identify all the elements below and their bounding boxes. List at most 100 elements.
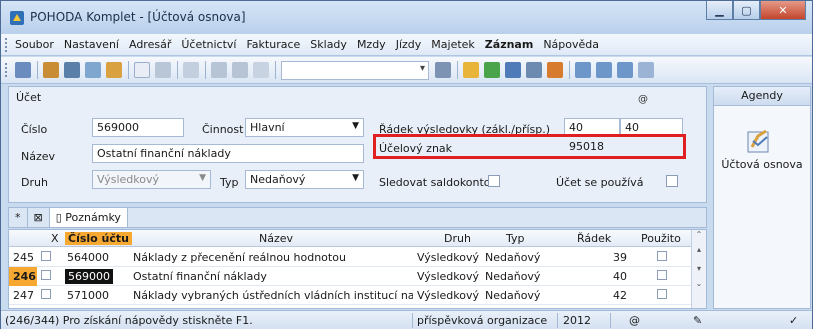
col-pouzito[interactable]: Použito	[641, 232, 681, 245]
folder-icon[interactable]	[463, 62, 479, 78]
cinnost-label: Činnost	[202, 123, 244, 136]
preview-icon[interactable]	[85, 62, 101, 78]
cell-typ: Nedaňový	[485, 289, 541, 302]
cell-cislo: 564000	[67, 251, 109, 264]
agendy-title: Agendy	[714, 87, 810, 106]
menu-napoveda[interactable]: Nápověda	[543, 38, 599, 51]
accounts-table: X Číslo účtu Název Druh Typ Řádek Použit…	[8, 229, 707, 309]
menu-bar: Soubor Nastavení Adresář Účetnictví Fakt…	[1, 34, 812, 56]
menu-zaznam[interactable]: Záznam	[485, 38, 534, 51]
typ-select[interactable]: Nedaňový ▼	[245, 170, 364, 189]
cislo-field[interactable]: 569000	[92, 118, 184, 137]
col-x[interactable]: X	[51, 232, 59, 245]
saldokonto-checkbox[interactable]	[488, 175, 500, 187]
col-cislo[interactable]: Číslo účtu	[65, 232, 132, 245]
people-icon[interactable]	[547, 62, 563, 78]
col-nazev[interactable]: Název	[259, 232, 293, 245]
row-number: 245	[13, 251, 34, 264]
save-all-icon[interactable]	[232, 62, 248, 78]
row-checkbox[interactable]	[41, 289, 51, 299]
menu-mzdy[interactable]: Mzdy	[357, 38, 386, 51]
table-icon[interactable]	[505, 62, 521, 78]
menu-ucetnictvi[interactable]: Účetnictví	[181, 38, 236, 51]
cell-pouzito-checkbox[interactable]	[657, 251, 667, 261]
saldokonto-label: Sledovat saldokonto	[379, 176, 491, 189]
close-button[interactable]: ✕	[760, 1, 806, 20]
title-bar: POHODA Komplet - [Účtová osnova] ▁ ▢ ✕	[1, 1, 812, 34]
cell-radek: 39	[613, 251, 627, 264]
table-scrollbar[interactable]: ⌃ ▴ ▾ ⌄	[691, 230, 706, 308]
maximize-button[interactable]: ▢	[733, 1, 760, 20]
cell-druh: Výsledkový	[417, 270, 480, 283]
table-header: X Číslo účtu Název Druh Typ Řádek Použit…	[9, 230, 692, 247]
pouziva-label: Účet se používá	[556, 176, 644, 189]
cell-nazev: Náklady vybraných ústředních vládních in…	[133, 289, 413, 302]
export-icon[interactable]	[106, 62, 122, 78]
scroll-up-icon[interactable]: ▴	[692, 245, 706, 254]
menu-grip	[5, 37, 9, 52]
print-preview-icon[interactable]	[43, 62, 59, 78]
cell-radek: 40	[613, 270, 627, 283]
scroll-top-icon[interactable]: ⌃	[692, 230, 706, 239]
menu-majetek[interactable]: Majetek	[431, 38, 475, 51]
cell-pouzito-checkbox[interactable]	[657, 289, 667, 299]
cell-cislo: 569000	[65, 269, 113, 284]
new-record-icon[interactable]	[134, 62, 150, 78]
cislo-label: Číslo	[21, 123, 48, 136]
window-title: POHODA Komplet - [Účtová osnova]	[30, 10, 246, 24]
agendy-item-label[interactable]: Účtová osnova	[714, 158, 810, 171]
pouziva-checkbox[interactable]	[666, 175, 678, 187]
druh-select[interactable]: Výsledkový ▼	[92, 170, 211, 189]
window-icon[interactable]	[15, 62, 31, 78]
menu-sklady[interactable]: Sklady	[310, 38, 347, 51]
chevron-down-icon: ▼	[352, 173, 359, 183]
edit-icon[interactable]	[155, 62, 171, 78]
save-icon[interactable]	[211, 62, 227, 78]
table-row[interactable]: 247 571000 Náklady vybraných ústředních …	[9, 286, 692, 305]
menu-soubor[interactable]: Soubor	[15, 38, 54, 51]
menu-jizdy[interactable]: Jízdy	[396, 38, 422, 51]
nazev-field[interactable]: Ostatní finanční náklady	[92, 144, 364, 163]
print-icon[interactable]	[64, 62, 80, 78]
filter-icon[interactable]	[435, 62, 451, 78]
table-row[interactable]: 246 569000 Ostatní finanční náklady Výsl…	[9, 267, 692, 286]
menu-fakturace[interactable]: Fakturace	[246, 38, 300, 51]
col-radek[interactable]: Řádek	[577, 232, 611, 245]
copy-icon[interactable]	[253, 62, 269, 78]
status-at: @	[629, 314, 640, 327]
calculator-icon[interactable]	[526, 62, 542, 78]
quick-filter-combo[interactable]	[281, 60, 429, 80]
scroll-bottom-icon[interactable]: ⌄	[692, 279, 706, 288]
cell-pouzito-checkbox[interactable]	[657, 270, 667, 280]
list-icon[interactable]	[596, 62, 612, 78]
table-row[interactable]: 245 564000 Náklady z přecenění reálnou h…	[9, 248, 692, 267]
col-druh[interactable]: Druh	[444, 232, 471, 245]
form-section-label: Účet	[16, 91, 42, 104]
cell-druh: Výsledkový	[417, 251, 480, 264]
cell-radek: 42	[613, 289, 627, 302]
tab-strip: * ⊠ ▯ Poznámky	[8, 207, 707, 228]
menu-adresar[interactable]: Adresář	[129, 38, 171, 51]
filter-tab-icon[interactable]: ⊠	[28, 208, 50, 227]
cell-druh: Výsledkový	[417, 289, 480, 302]
scroll-down-icon[interactable]: ▾	[692, 264, 706, 273]
chart-of-accounts-icon[interactable]	[744, 127, 774, 155]
back-icon[interactable]	[183, 62, 199, 78]
check-circle-icon: ✓	[789, 314, 799, 327]
minimize-button[interactable]: ▁	[706, 1, 733, 20]
cell-typ: Nedaňový	[485, 270, 541, 283]
menu-nastaveni[interactable]: Nastavení	[64, 38, 119, 51]
tag-icon[interactable]	[484, 62, 500, 78]
detail-icon[interactable]	[617, 62, 633, 78]
main-window: POHODA Komplet - [Účtová osnova] ▁ ▢ ✕ S…	[0, 0, 813, 329]
typ-value: Nedaňový	[250, 173, 306, 186]
panel-icon[interactable]	[575, 62, 591, 78]
chevron-down-icon: ▼	[199, 173, 206, 183]
row-checkbox[interactable]	[41, 251, 51, 261]
col-typ[interactable]: Typ	[506, 232, 525, 245]
tab-notes[interactable]: ▯ Poznámky	[49, 208, 128, 227]
row-checkbox[interactable]	[41, 270, 51, 280]
tab-star[interactable]: *	[9, 208, 28, 227]
help-icon[interactable]	[638, 62, 654, 78]
cinnost-select[interactable]: Hlavní ▼	[245, 118, 364, 137]
